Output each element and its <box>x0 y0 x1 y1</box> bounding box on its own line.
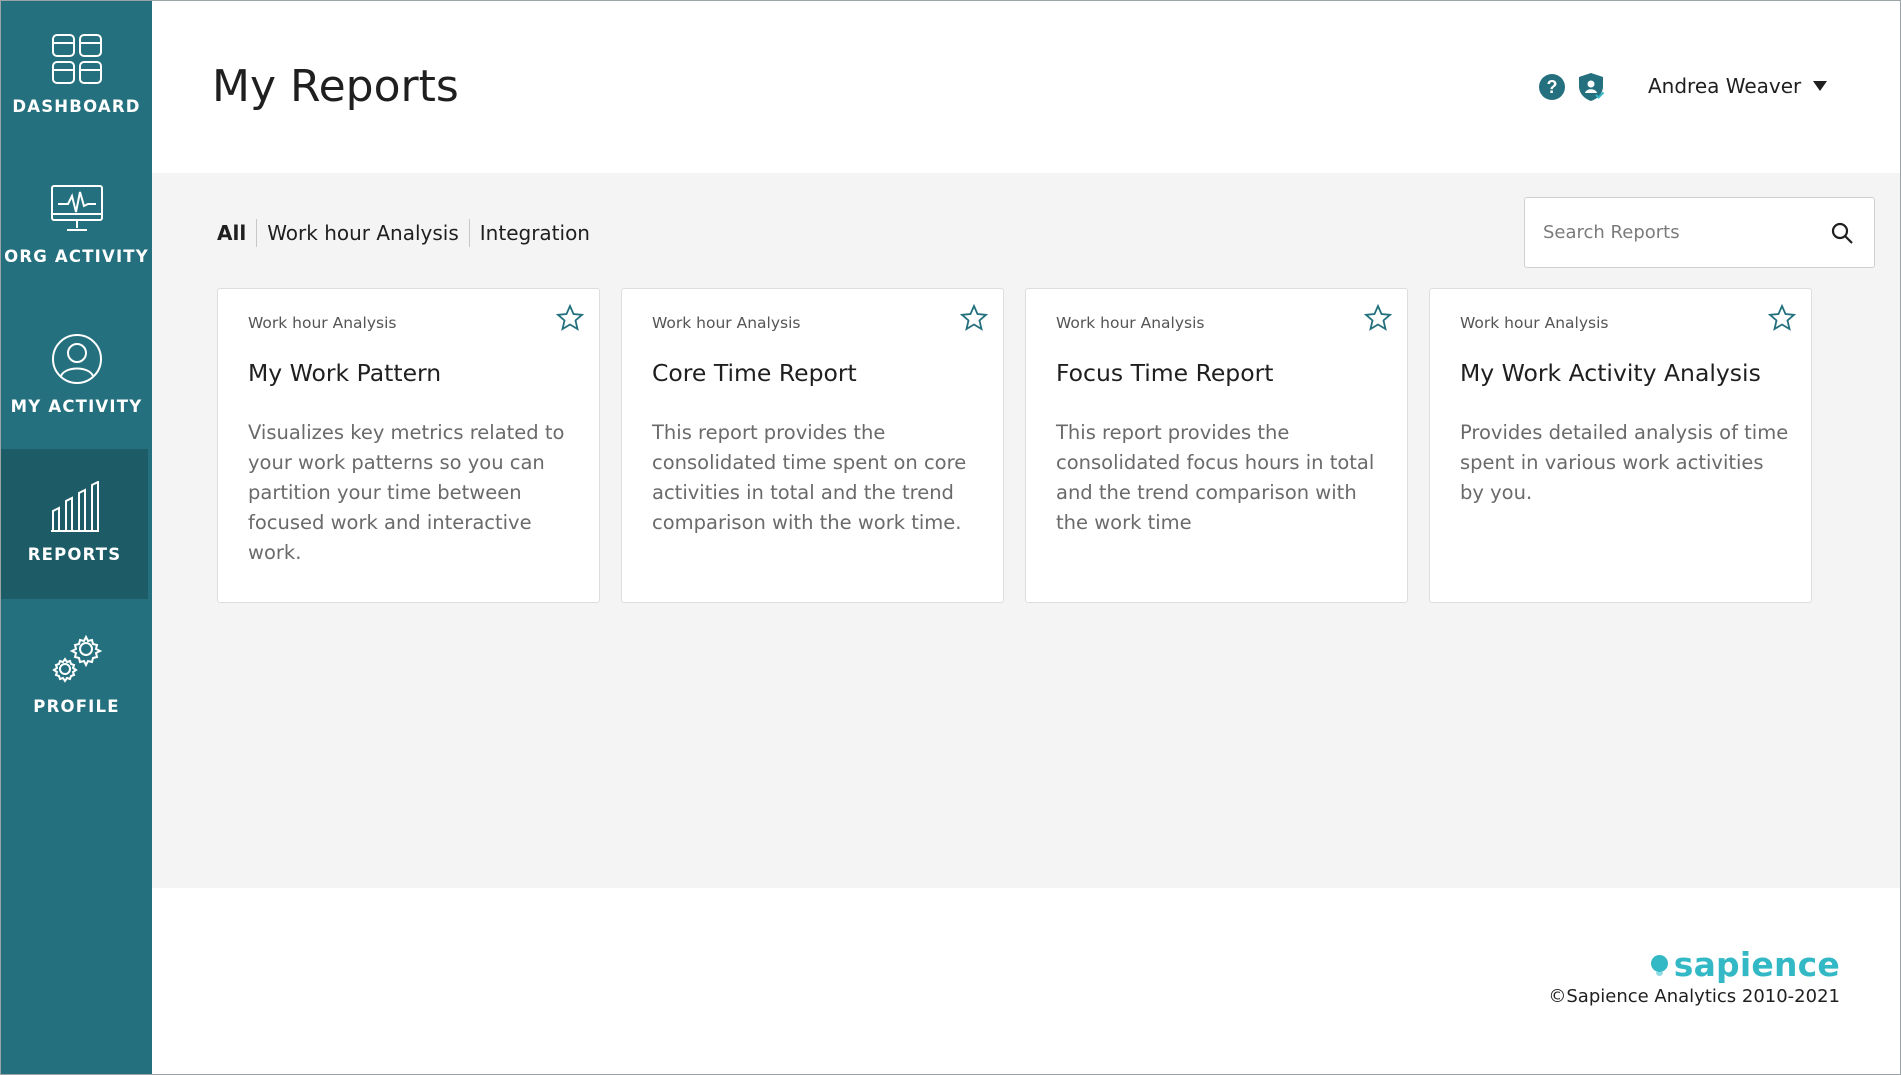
report-category: Work hour Analysis <box>652 314 801 332</box>
shield-user-icon[interactable] <box>1577 72 1605 102</box>
filter-tab-all[interactable]: All <box>217 219 256 247</box>
search-input[interactable] <box>1525 222 1815 243</box>
sidebar-item-profile[interactable]: PROFILE <box>1 601 152 751</box>
monitor-pulse-icon <box>49 181 105 237</box>
page-title: My Reports <box>212 61 459 112</box>
copyright: ©Sapience Analytics 2010-2021 <box>1548 986 1840 1007</box>
sidebar-item-reports[interactable]: REPORTS <box>1 449 148 599</box>
report-filter-tabs: All Work hour Analysis Integration <box>217 219 600 247</box>
footer: sapience ©Sapience Analytics 2010-2021 <box>152 888 1900 1074</box>
report-category: Work hour Analysis <box>248 314 397 332</box>
report-title: My Work Pattern <box>248 359 442 387</box>
report-card-list: Work hour Analysis My Work Pattern Visua… <box>217 288 1812 603</box>
star-icon[interactable] <box>959 303 989 333</box>
report-card[interactable]: Work hour Analysis Core Time Report This… <box>621 288 1004 603</box>
report-category: Work hour Analysis <box>1056 314 1205 332</box>
search-icon[interactable] <box>1830 221 1854 245</box>
sidebar-item-label: MY ACTIVITY <box>10 397 143 416</box>
report-card[interactable]: Work hour Analysis My Work Pattern Visua… <box>217 288 600 603</box>
report-card[interactable]: Work hour Analysis My Work Activity Anal… <box>1429 288 1812 603</box>
gears-icon <box>49 631 105 687</box>
report-description: This report provides the consolidated ti… <box>652 421 967 534</box>
brand-mark-icon <box>1650 955 1668 976</box>
search-box <box>1524 197 1875 268</box>
header: My Reports ? Andrea Weaver <box>152 1 1900 173</box>
report-description: Provides detailed analysis of time spent… <box>1460 421 1789 504</box>
report-title: My Work Activity Analysis <box>1460 359 1761 387</box>
sidebar: DASHBOARD ORG ACTIVITY MY ACTIVITY REPOR… <box>1 1 152 1074</box>
star-icon[interactable] <box>1767 303 1797 333</box>
bar-chart-icon <box>47 479 103 535</box>
report-card[interactable]: Work hour Analysis Focus Time Report Thi… <box>1025 288 1408 603</box>
dashboard-grid-icon <box>49 31 105 87</box>
user-menu[interactable]: Andrea Weaver <box>1648 74 1828 98</box>
filter-tab-integration[interactable]: Integration <box>470 219 600 247</box>
sidebar-item-my-activity[interactable]: MY ACTIVITY <box>1 301 152 451</box>
report-title: Focus Time Report <box>1056 359 1274 387</box>
report-category: Work hour Analysis <box>1460 314 1609 332</box>
filter-tab-work-hour-analysis[interactable]: Work hour Analysis <box>257 219 469 247</box>
sidebar-item-label: DASHBOARD <box>12 97 141 116</box>
sidebar-item-label: PROFILE <box>33 697 120 716</box>
brand-name: sapience <box>1673 945 1840 984</box>
user-name: Andrea Weaver <box>1648 74 1802 98</box>
sidebar-item-label: ORG ACTIVITY <box>4 247 149 266</box>
app-window: DASHBOARD ORG ACTIVITY MY ACTIVITY REPOR… <box>0 0 1901 1075</box>
brand-logo: sapience <box>1650 945 1840 984</box>
star-icon[interactable] <box>1363 303 1393 333</box>
user-circle-icon <box>49 331 105 387</box>
help-icon[interactable]: ? <box>1539 74 1565 100</box>
caret-down-icon <box>1813 81 1828 91</box>
sidebar-item-org-activity[interactable]: ORG ACTIVITY <box>1 151 152 301</box>
star-icon[interactable] <box>555 303 585 333</box>
report-title: Core Time Report <box>652 359 857 387</box>
report-description: This report provides the consolidated fo… <box>1056 421 1375 534</box>
main-content: All Work hour Analysis Integration Work … <box>152 173 1900 888</box>
report-description: Visualizes key metrics related to your w… <box>248 421 565 564</box>
sidebar-item-dashboard[interactable]: DASHBOARD <box>1 1 152 151</box>
sidebar-item-label: REPORTS <box>27 545 122 564</box>
